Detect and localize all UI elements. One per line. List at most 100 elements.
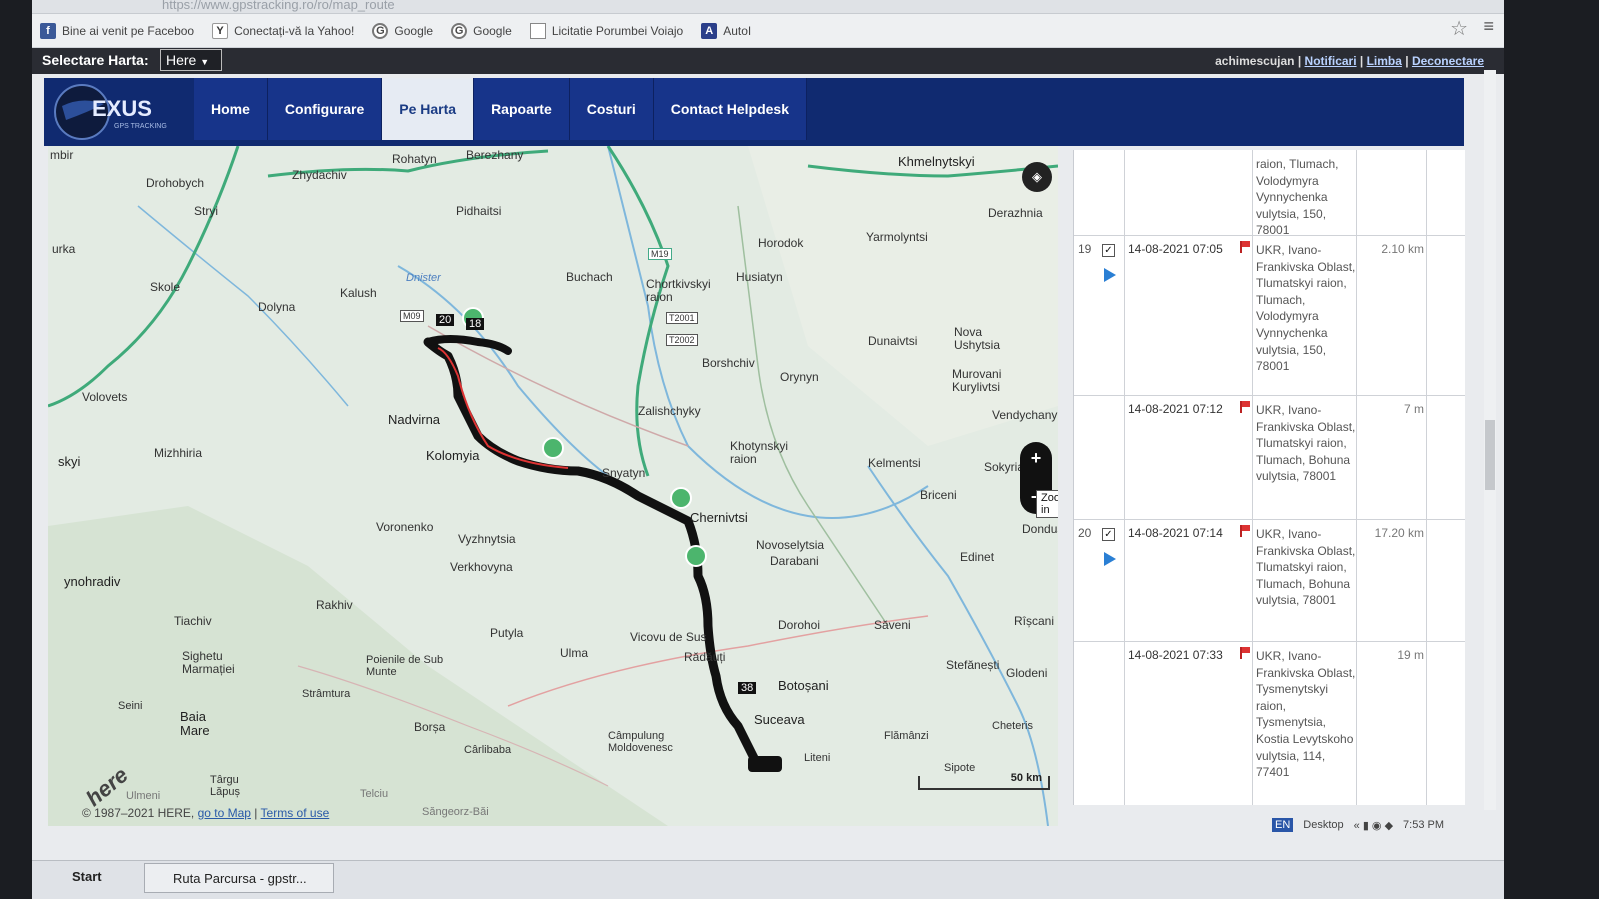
flag-icon — [1240, 525, 1250, 537]
page-scrollbar[interactable] — [1484, 70, 1496, 810]
go-to-map-link[interactable]: go to Map — [198, 806, 251, 820]
google-icon: G — [372, 22, 389, 39]
system-tray: EN Desktop « ▮ ◉ ◆ 7:53 PM — [1272, 818, 1444, 832]
city-label: Husiatyn — [736, 270, 783, 284]
city-label: Putyla — [490, 626, 524, 640]
date-cell: 14-08-2021 07:12 — [1128, 402, 1223, 416]
stop-label[interactable]: 18 — [466, 318, 485, 330]
city-label: Novoselytsia — [756, 538, 825, 552]
distance-cell: 7 m — [1403, 402, 1424, 416]
city-label: Khotynskyi raion — [730, 439, 789, 466]
star-icon[interactable]: ☆ — [1450, 16, 1468, 41]
tray-icons[interactable]: « ▮ ◉ ◆ — [1354, 819, 1393, 832]
map-select[interactable]: Here ▼ — [160, 49, 222, 71]
tab-home[interactable]: Home — [194, 78, 268, 140]
city-label: Liteni — [804, 752, 831, 764]
address-cell: UKR, Ivano-Frankivska Oblast, Tlumatskyi… — [1256, 527, 1356, 608]
table-row[interactable]: 14-08-2021 07:33 UKR, Ivano-Frankivska O… — [1074, 642, 1465, 805]
terms-link[interactable]: Terms of use — [261, 806, 330, 820]
city-label: Dolyna — [258, 300, 296, 314]
city-label: Săngeorz-Băi — [422, 806, 489, 818]
city-label: Dunaivtsi — [868, 334, 918, 348]
city-label: Tiachiv — [174, 614, 212, 628]
table-row[interactable]: 19 ✓ 14-08-2021 07:05 UKR, Ivano-Frankiv… — [1074, 236, 1465, 396]
flag-icon — [1240, 401, 1250, 413]
nexus-logo[interactable]: EXUS GPS TRACKING — [52, 82, 188, 140]
row-index: 20 — [1078, 526, 1092, 540]
tab-rapoarte[interactable]: Rapoarte — [474, 78, 570, 140]
address-bar[interactable]: https://www.gpstracking.ro/ro/map_route — [32, 0, 1504, 14]
tab-configurare[interactable]: Configurare — [267, 78, 383, 140]
city-label: Ulma — [560, 646, 589, 660]
bookmark-licitatie[interactable]: Licitatie Porumbei Voiajo — [529, 22, 684, 39]
tab-contact-helpdesk[interactable]: Contact Helpdesk — [653, 78, 807, 140]
taskbar-window-button[interactable]: Ruta Parcursa - gpstr... — [144, 863, 334, 893]
bookmark-label: AutoI — [723, 23, 752, 38]
city-label: Rîșcani — [1014, 614, 1055, 628]
city-label: Kolomyia — [426, 448, 480, 463]
city-label: Zalishchyky — [638, 404, 701, 418]
language-indicator[interactable]: EN — [1272, 818, 1294, 832]
table-row[interactable]: raion, Tlumach, Volodymyra Vynnychenka v… — [1074, 150, 1465, 237]
city-label: Săveni — [874, 618, 911, 632]
city-label: Câmpulung Moldovenesc — [608, 730, 673, 754]
stop-label[interactable]: 20 — [436, 314, 455, 326]
route-map[interactable]: mbir Drohobych Stryi Rohatyn Berezhany Z… — [48, 146, 1058, 826]
bookmark-facebook[interactable]: f Bine ai venit pe Faceboo — [40, 22, 195, 39]
svg-text:EXUS: EXUS — [92, 96, 152, 121]
table-row[interactable]: 14-08-2021 07:12 UKR, Ivano-Frankivska O… — [1074, 396, 1465, 520]
zoom-in-button[interactable]: + — [1031, 448, 1042, 469]
city-label: Nadvirna — [388, 412, 441, 427]
tab-costuri[interactable]: Costuri — [569, 78, 654, 140]
city-label: Drohobych — [146, 176, 205, 190]
distance-cell: 19 m — [1397, 648, 1424, 662]
bookmark-label: Conectați-vă la Yahoo! — [234, 23, 355, 38]
city-label: Chortkivskyi raion — [646, 277, 711, 304]
document-icon — [529, 22, 546, 39]
city-label: ynohradiv — [64, 574, 121, 589]
city-label: Borshchiv — [702, 356, 755, 370]
bookmark-label: Licitatie Porumbei Voiajo — [551, 23, 684, 38]
bookmark-autoi[interactable]: A AutoI — [701, 22, 752, 39]
scrollbar-thumb[interactable] — [1485, 420, 1495, 490]
river-label: Dnister — [406, 272, 441, 284]
start-button[interactable]: Start — [72, 869, 102, 884]
link-notificari[interactable]: Notificari — [1305, 54, 1357, 68]
city-label: Seini — [118, 700, 143, 712]
layers-icon: ◈ — [1032, 169, 1042, 184]
city-label: Târgu Lăpuș — [210, 774, 240, 798]
distance-cell: 17.20 km — [1374, 526, 1424, 540]
city-label: Telciu — [360, 788, 389, 800]
table-row[interactable]: 20 ✓ 14-08-2021 07:14 UKR, Ivano-Frankiv… — [1074, 520, 1465, 642]
city-label: Verkhovyna — [450, 560, 513, 574]
bookmark-label: Bine ai venit pe Faceboo — [62, 23, 195, 38]
map-select-label: Selectare Harta: — [42, 52, 149, 68]
city-label: Rohatyn — [392, 152, 437, 166]
row-checkbox[interactable]: ✓ — [1102, 244, 1115, 257]
stop-label[interactable]: 38 — [738, 682, 757, 694]
map-layers-button[interactable]: ◈ — [1022, 162, 1052, 192]
city-label: Orynyn — [780, 370, 819, 384]
row-checkbox[interactable]: ✓ — [1102, 528, 1115, 541]
autoi-icon: A — [701, 22, 718, 39]
clock: 7:53 PM — [1403, 819, 1445, 831]
city-label: skyi — [58, 454, 81, 469]
tab-pe-harta[interactable]: Pe Harta — [382, 78, 475, 140]
link-deconectare[interactable]: Deconectare — [1412, 54, 1484, 68]
taskbar: Start Ruta Parcursa - gpstr... — [32, 860, 1504, 899]
play-icon[interactable] — [1104, 552, 1116, 566]
bookmark-google[interactable]: G Google — [372, 22, 433, 39]
url-text[interactable]: https://www.gpstracking.ro/ro/map_route — [162, 0, 395, 12]
link-limba[interactable]: Limba — [1367, 54, 1402, 68]
bookmarks-bar: f Bine ai venit pe Faceboo Y Conectați-vă … — [32, 14, 1504, 48]
bookmark-google-2[interactable]: G Google — [451, 22, 512, 39]
city-label: Zhydachiv — [292, 168, 347, 182]
bookmark-yahoo[interactable]: Y Conectați-vă la Yahoo! — [212, 22, 355, 39]
address-cell: UKR, Ivano-Frankivska Oblast, Tlumatskyi… — [1256, 243, 1356, 374]
desktop-toolbar[interactable]: Desktop — [1303, 819, 1343, 831]
city-label: Nova Ushytsia — [954, 325, 1001, 352]
flag-icon — [1240, 647, 1250, 659]
city-label: Glodeni — [1006, 666, 1048, 680]
play-icon[interactable] — [1104, 268, 1116, 282]
menu-icon[interactable]: ≡ — [1483, 16, 1494, 37]
